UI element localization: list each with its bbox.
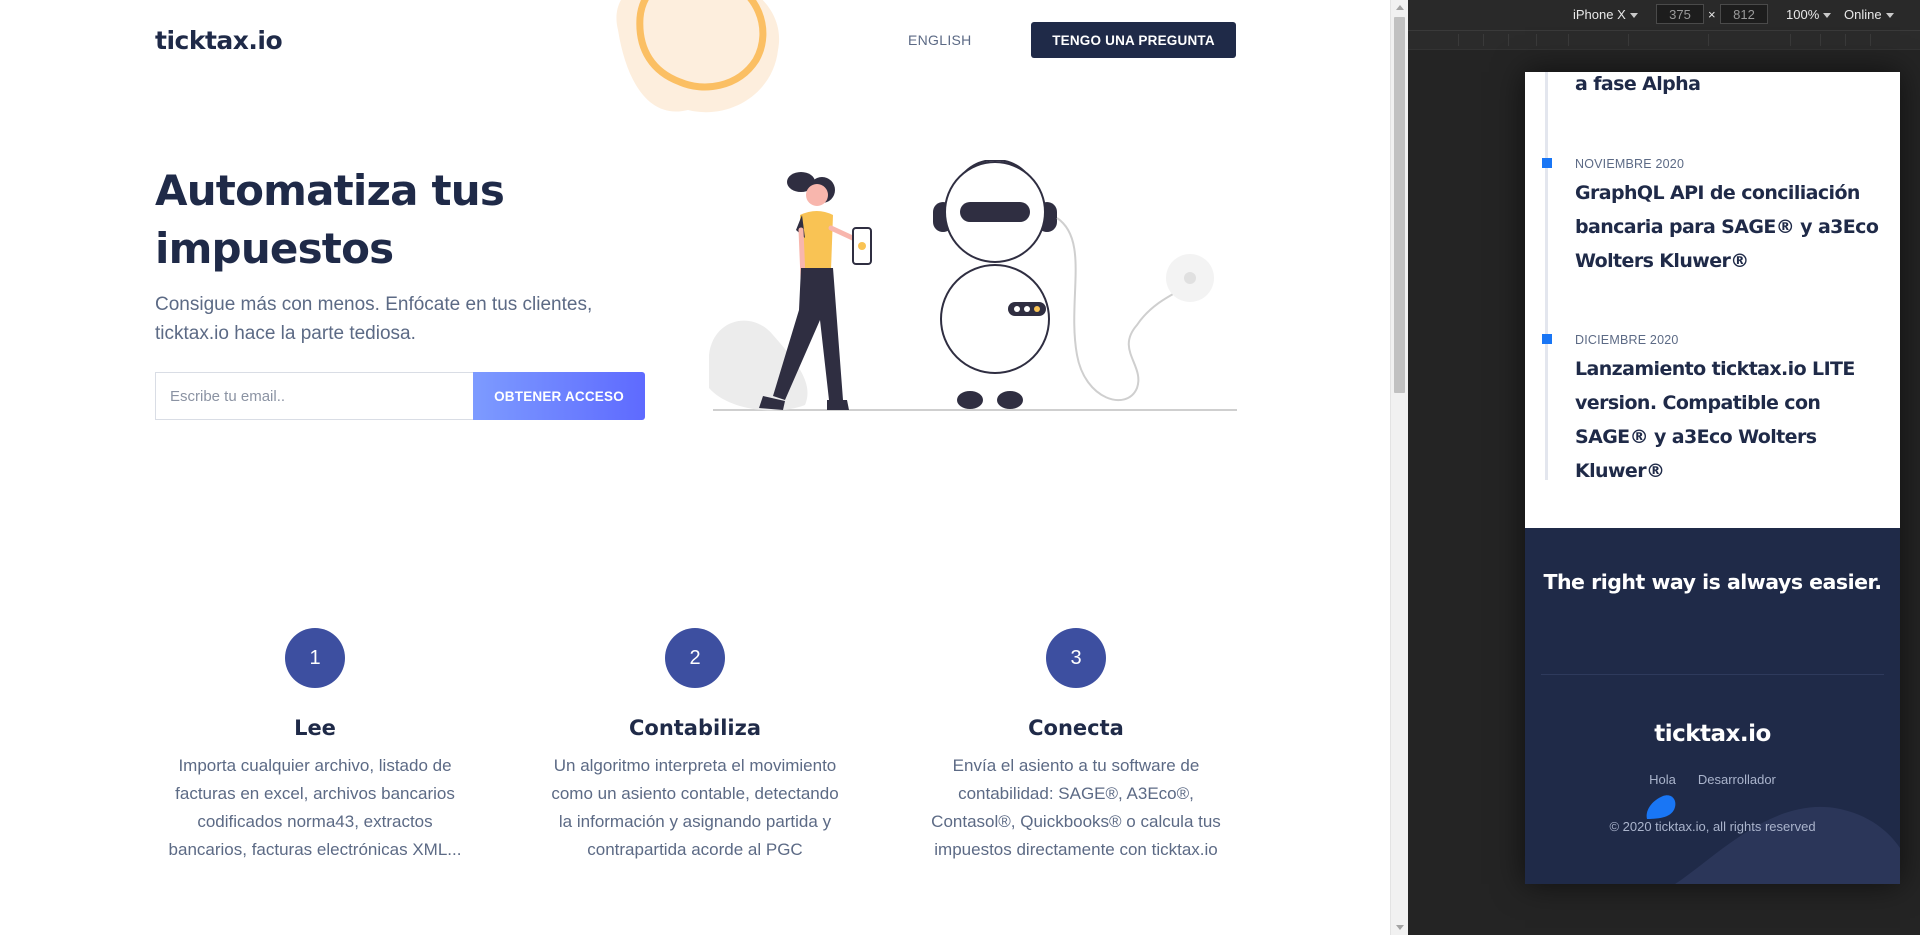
mobile-viewport: a fase Alpha NOVIEMBRE 2020 GraphQL API …: [1525, 72, 1900, 884]
hero-subtitle-line-2: ticktax.io hace la parte tediosa.: [155, 323, 416, 344]
step-number-badge: 1: [285, 628, 345, 688]
step-description: Envía el asiento a tu software de contab…: [931, 756, 1221, 859]
timeline-item-title: a fase Alpha: [1575, 73, 1701, 95]
scroll-up-arrow-icon[interactable]: [1396, 5, 1404, 10]
dropdown-caret-icon: [1885, 13, 1894, 19]
scroll-down-arrow-icon[interactable]: [1396, 925, 1404, 930]
step-title: Contabiliza: [628, 716, 762, 740]
step-account: 2 Contabiliza Un algoritmo interpreta el…: [545, 628, 845, 864]
hero-illustration: [709, 160, 1237, 411]
email-input[interactable]: [155, 372, 473, 420]
device-name: iPhone X: [1573, 7, 1626, 22]
zoom-select[interactable]: 100%: [1786, 7, 1832, 22]
timeline-marker: [1542, 334, 1552, 344]
media-query-ruler[interactable]: [1408, 31, 1920, 50]
timeline-line: [1545, 72, 1548, 480]
timeline-marker: [1542, 158, 1552, 168]
timeline-item-date: DICIEMBRE 2020: [1575, 333, 1679, 347]
landing-page: ticktax.io ENGLISH TENGO UNA PREGUNTA Au…: [0, 0, 1390, 935]
dropdown-caret-icon: [1629, 13, 1638, 19]
step-title: Conecta: [1028, 716, 1124, 740]
signup-form: OBTENER ACCESO: [155, 372, 645, 420]
step-number-badge: 3: [1046, 628, 1106, 688]
language-link[interactable]: ENGLISH: [908, 32, 972, 48]
mobile-footer: The right way is always easier. ticktax.…: [1525, 528, 1900, 884]
step-description: Importa cualquier archivo, listado de fa…: [168, 756, 462, 859]
network-select[interactable]: Online: [1844, 7, 1894, 22]
devtools-device-pane: iPhone X × 100% Online a fase Alpha NOVI…: [1408, 0, 1920, 935]
dimension-separator: ×: [1708, 7, 1716, 22]
step-description: Un algoritmo interpreta el movimiento co…: [551, 756, 839, 859]
hero-title: Automatiza tus impuestos: [155, 162, 715, 278]
hero-subtitle: Consigue más con menos. Enfócate en tus …: [155, 290, 625, 348]
hero-subtitle-line-1: Consigue más con menos. Enfócate en tus …: [155, 294, 593, 315]
timeline-item-title: Lanzamiento ticktax.io LITE version. Com…: [1575, 358, 1855, 482]
page-scrollbar[interactable]: [1390, 0, 1408, 935]
footer-links: Hola Desarrollador: [1525, 772, 1900, 787]
footer-link-hola[interactable]: Hola: [1649, 772, 1676, 787]
footer-logo[interactable]: ticktax.io: [1525, 721, 1900, 747]
step-connect: 3 Conecta Envía el asiento a tu software…: [926, 628, 1226, 864]
device-select[interactable]: iPhone X: [1573, 7, 1638, 22]
timeline-item-date: NOVIEMBRE 2020: [1575, 157, 1685, 171]
device-height-input[interactable]: [1720, 4, 1768, 24]
scrollbar-thumb[interactable]: [1394, 17, 1405, 393]
get-access-button[interactable]: OBTENER ACCESO: [473, 372, 645, 420]
device-width-input[interactable]: [1656, 4, 1704, 24]
dropdown-caret-icon: [1823, 13, 1832, 19]
ask-question-button[interactable]: TENGO UNA PREGUNTA: [1031, 22, 1236, 58]
footer-divider: [1541, 674, 1884, 675]
device-toolbar: iPhone X × 100% Online: [1408, 0, 1920, 31]
footer-copyright: © 2020 ticktax.io, all rights reserved: [1609, 819, 1816, 834]
step-title: Lee: [294, 716, 336, 740]
site-logo[interactable]: ticktax.io: [155, 26, 283, 55]
footer-tagline: The right way is always easier.: [1543, 570, 1882, 594]
hero-title-line-2: impuestos: [155, 224, 394, 273]
step-read: 1 Lee Importa cualquier archivo, listado…: [165, 628, 465, 864]
zoom-value: 100%: [1786, 7, 1820, 22]
network-value: Online: [1844, 7, 1882, 22]
touch-cursor-icon: [1646, 795, 1676, 819]
step-number-badge: 2: [665, 628, 725, 688]
decorative-blob: [616, 0, 780, 113]
hero-title-line-1: Automatiza tus: [155, 166, 505, 215]
timeline-item-title: GraphQL API de conciliación bancaria par…: [1575, 182, 1879, 272]
footer-link-developer[interactable]: Desarrollador: [1698, 772, 1776, 787]
